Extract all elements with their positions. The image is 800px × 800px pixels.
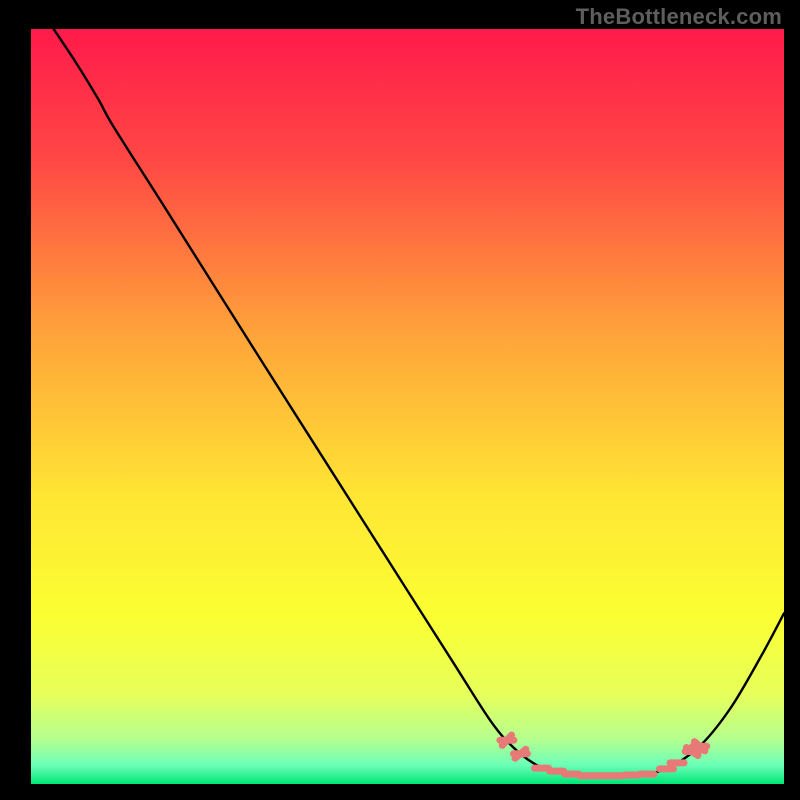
gradient-background [31,29,784,784]
watermark-text: TheBottleneck.com [576,4,782,30]
plot-svg [31,29,784,784]
bottleneck-chart [31,29,784,784]
